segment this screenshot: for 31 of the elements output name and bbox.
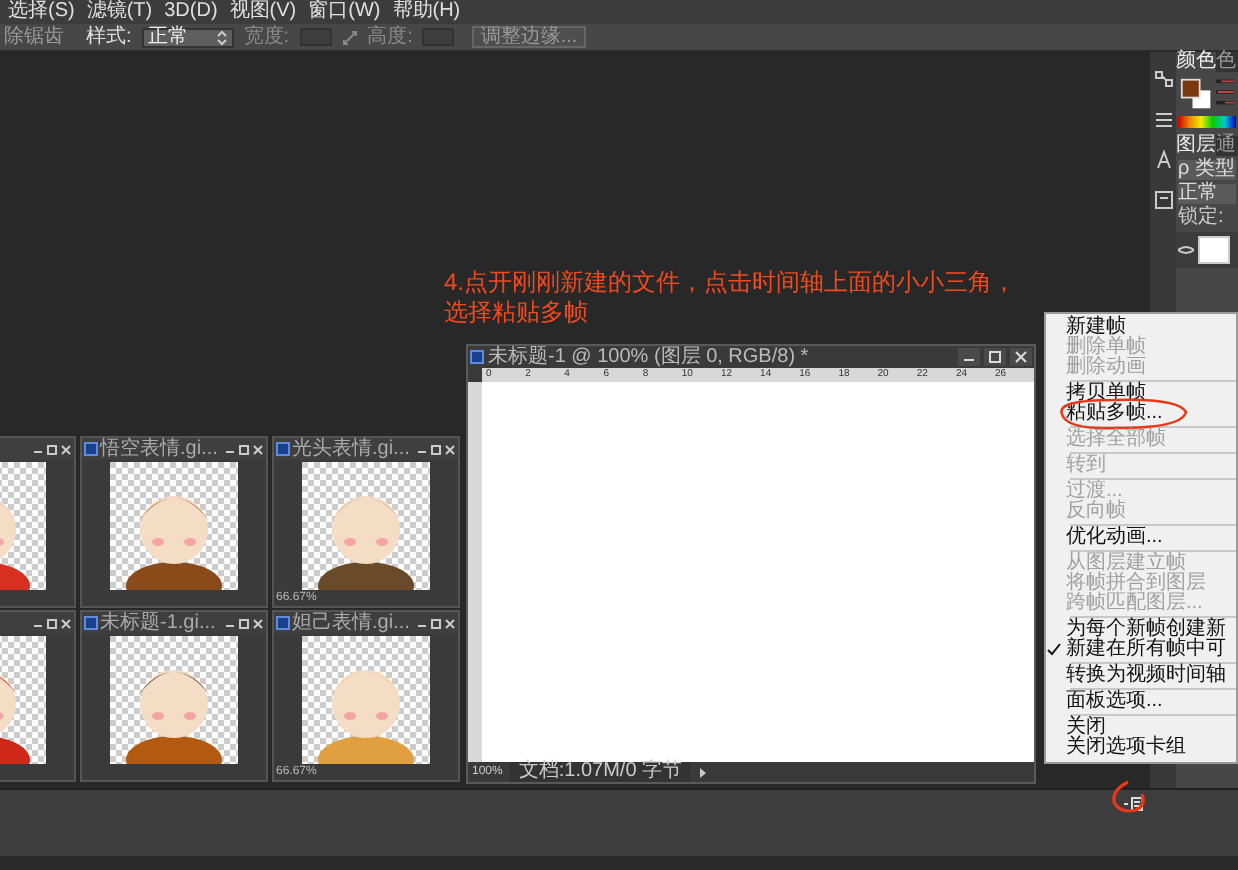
menu-item[interactable]: 选择(S): [8, 2, 75, 22]
menu-item[interactable]: 视图(V): [229, 2, 297, 22]
document-info: 文档:1.07M/0 字节: [510, 762, 691, 782]
window-title: 光头表情.gi...: [292, 439, 410, 459]
option-label: 样式:: [86, 27, 132, 47]
menu-item[interactable]: 面板选项...: [1046, 692, 1236, 712]
menu-item[interactable]: 关闭: [1046, 718, 1236, 738]
option-label: 宽度:: [243, 27, 290, 47]
lock-label: 锁定:: [1176, 208, 1226, 228]
blend-mode-dropdown[interactable]: 正常: [1178, 184, 1236, 204]
menu-item[interactable]: 转换为视频时间轴: [1046, 666, 1236, 686]
menu-item[interactable]: 新建在所有帧中可: [1046, 640, 1236, 660]
window-title: 妲己表情.gi...: [292, 613, 410, 633]
window-title: 悟空表情.gi...: [100, 439, 218, 459]
style-dropdown[interactable]: 正常: [141, 27, 234, 47]
menu-item[interactable]: 粘贴多帧...: [1046, 404, 1236, 424]
annotation-text: 4.点开刚刚新建的文件，点击时间轴上面的小小三角，选择粘贴多帧: [444, 268, 1019, 328]
option-label: 高度:: [367, 27, 413, 47]
option-label: 除锯齿: [4, 27, 64, 47]
menu-item[interactable]: 新建帧: [1046, 318, 1236, 338]
menu-item[interactable]: 关闭选项卡组: [1046, 738, 1236, 758]
menu-item[interactable]: 帮助(H): [392, 2, 461, 22]
menu-item[interactable]: 3D(D): [164, 2, 218, 22]
panel-tab[interactable]: 颜色: [1176, 52, 1216, 72]
menu-item[interactable]: 优化动画...: [1046, 528, 1236, 548]
window-title: 未标题-1.gi...: [100, 613, 216, 633]
window-title: 未标题-1 @ 100% (图层 0, RGB/8) *: [488, 347, 809, 367]
filter-dropdown[interactable]: ρ 类型: [1178, 160, 1236, 180]
menu-item[interactable]: 为每个新帧创建新: [1046, 620, 1236, 640]
menu-item[interactable]: 滤镜(T): [86, 2, 153, 22]
panel-tab[interactable]: 图层: [1176, 136, 1216, 156]
